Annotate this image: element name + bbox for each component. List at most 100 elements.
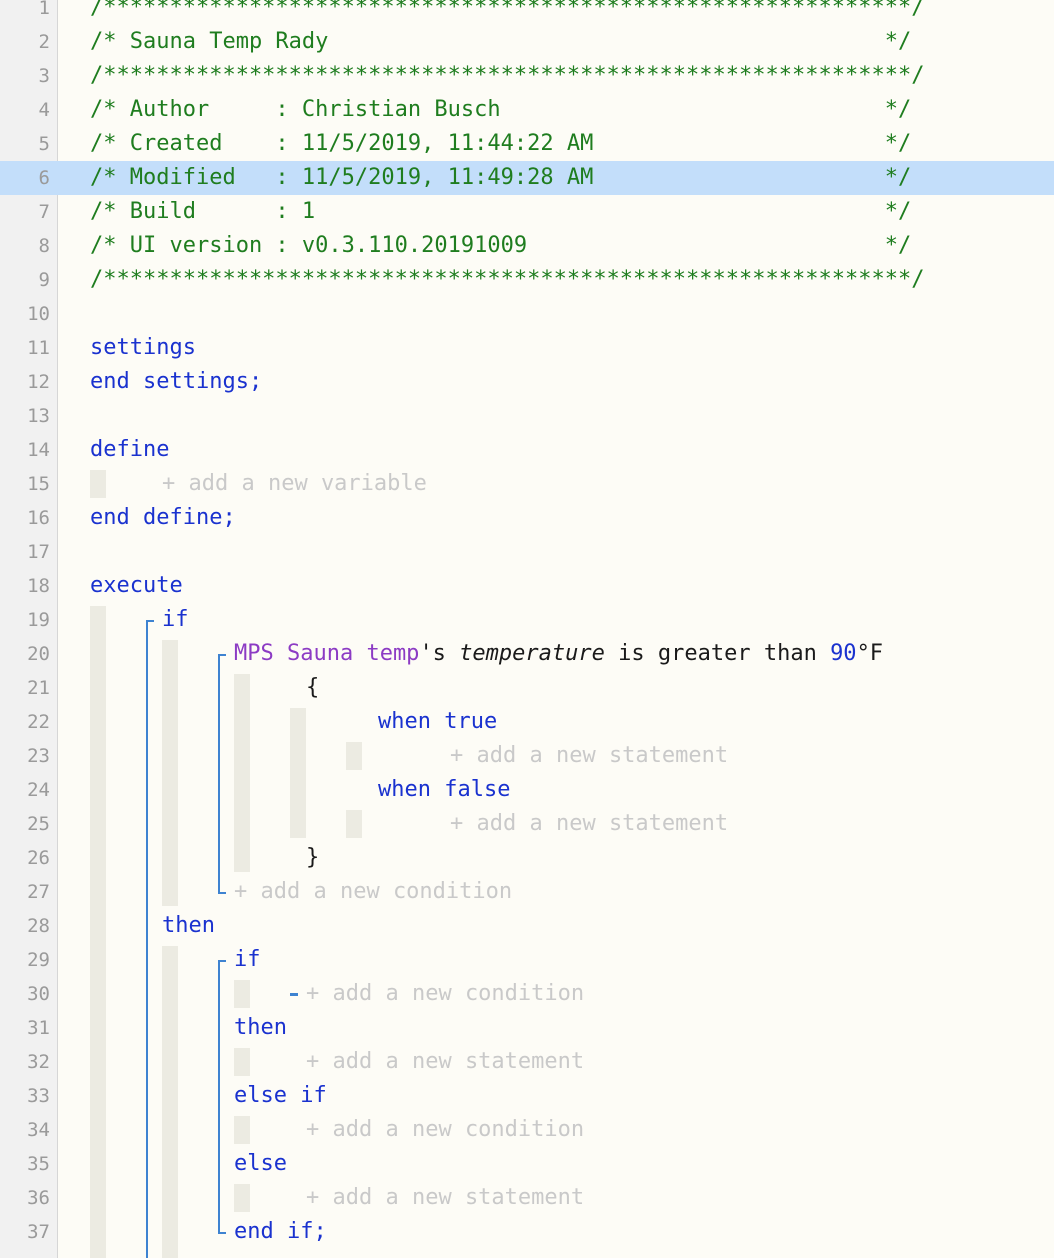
code-line[interactable]: 2 /* Sauna Temp Rady */	[0, 25, 1054, 59]
line-number: 15	[27, 473, 50, 495]
code-token: 90	[830, 641, 857, 666]
line-number: 7	[38, 201, 50, 223]
line-number: 5	[38, 133, 50, 155]
code-line[interactable]: 32 + add a new statement	[0, 1045, 1054, 1079]
code-line[interactable]: 11 settings	[0, 331, 1054, 365]
code-line[interactable]: 25 + add a new statement	[0, 807, 1054, 841]
line-number: 13	[27, 405, 50, 427]
code-line[interactable]: 34 + add a new condition	[0, 1113, 1054, 1147]
code-line[interactable]: 33 else if	[0, 1079, 1054, 1113]
code-line[interactable]: 10	[0, 297, 1054, 331]
line-number: 1	[38, 0, 50, 19]
add-placeholder-link[interactable]: + add a new statement	[306, 1185, 584, 1210]
line-number: 18	[27, 575, 50, 597]
add-placeholder-link[interactable]: + add a new variable	[162, 471, 427, 496]
code-line[interactable]: 20 MPS Sauna temp's temperature is greate…	[0, 637, 1054, 671]
add-placeholder-link[interactable]: + add a new statement	[306, 1049, 584, 1074]
code-text: if	[162, 603, 189, 637]
keyword: end define;	[90, 505, 236, 530]
code-line[interactable]: 18 execute	[0, 569, 1054, 603]
code-line[interactable]: 21 {	[0, 671, 1054, 705]
line-number: 32	[27, 1051, 50, 1073]
code-line[interactable]: 17	[0, 535, 1054, 569]
code-line[interactable]: 30 + add a new condition	[0, 977, 1054, 1011]
line-number: 26	[27, 847, 50, 869]
code-line[interactable]: 28 then	[0, 909, 1054, 943]
indent-block	[290, 708, 306, 838]
code-line[interactable]: 16 end define;	[0, 501, 1054, 535]
code-line[interactable]: 7 /* Build : 1 */	[0, 195, 1054, 229]
code-text: when false	[378, 773, 510, 807]
line-number: 14	[27, 439, 50, 461]
code-text: /* Modified : 11/5/2019, 11:49:28 AM */	[90, 161, 911, 195]
code-token: is greater than	[604, 641, 831, 666]
line-number: 31	[27, 1017, 50, 1039]
code-token: /***************************************…	[90, 0, 925, 20]
code-token: /***************************************…	[90, 267, 925, 292]
code-line[interactable]: 26}	[0, 841, 1054, 875]
line-number: 17	[27, 541, 50, 563]
keyword: execute	[90, 573, 183, 598]
code-text: /***************************************…	[90, 0, 924, 25]
line-number: 20	[27, 643, 50, 665]
code-line[interactable]: 19 if	[0, 603, 1054, 637]
code-text: + add a new statement	[306, 1181, 584, 1215]
code-line[interactable]: 8 /* UI version : v0.3.110.20191009 */	[0, 229, 1054, 263]
code-text: define	[90, 433, 169, 467]
line-number: 3	[38, 65, 50, 87]
keyword: then	[162, 913, 215, 938]
code-line[interactable]: 3 /**************************************…	[0, 59, 1054, 93]
add-placeholder-link[interactable]: + add a new condition	[306, 981, 584, 1006]
code-token: °F	[856, 641, 884, 666]
code-text: }	[306, 841, 319, 875]
add-placeholder-link[interactable]: + add a new statement	[450, 743, 728, 768]
line-number: 10	[27, 303, 50, 325]
code-line[interactable]: 31 then	[0, 1011, 1054, 1045]
code-line[interactable]: 24 when false	[0, 773, 1054, 807]
code-line[interactable]: 14 define	[0, 433, 1054, 467]
keyword: else if	[234, 1083, 327, 1108]
code-line[interactable]: 9 /**************************************…	[0, 263, 1054, 297]
keyword: end if;	[234, 1219, 327, 1244]
add-placeholder-link[interactable]: + add a new condition	[306, 1117, 584, 1142]
code-line[interactable]: 29 if	[0, 943, 1054, 977]
bracket-tick	[146, 620, 154, 622]
indent-block	[234, 980, 250, 1008]
code-token: /* Sauna Temp Rady */	[90, 29, 912, 54]
add-placeholder-link[interactable]: + add a new condition	[234, 879, 512, 904]
line-number: 25	[27, 813, 50, 835]
code-line[interactable]: 4 /* Author : Christian Busch */	[0, 93, 1054, 127]
line-number: 36	[27, 1187, 50, 1209]
indent-block	[234, 1048, 250, 1076]
code-line[interactable]: 13	[0, 399, 1054, 433]
indent-block	[234, 1184, 250, 1212]
code-line[interactable]: 1 /**************************************…	[0, 0, 1054, 25]
code-line[interactable]: 15 + add a new variable	[0, 467, 1054, 501]
indent-block	[346, 742, 362, 770]
code-line[interactable]: 22 when true	[0, 705, 1054, 739]
code-line[interactable]: 27 + add a new condition	[0, 875, 1054, 909]
code-line[interactable]: 23 + add a new statement	[0, 739, 1054, 773]
bracket-line	[218, 654, 220, 892]
code-text: + add a new variable	[162, 467, 427, 501]
code-line[interactable]: 35 else	[0, 1147, 1054, 1181]
line-number: 30	[27, 983, 50, 1005]
code-text: /* Author : Christian Busch */	[90, 93, 911, 127]
code-token: /* Author : Christian Busch */	[90, 97, 912, 122]
line-number: 24	[27, 779, 50, 801]
line-number: 28	[27, 915, 50, 937]
line-number: 16	[27, 507, 50, 529]
code-line[interactable]: 36 + add a new statement	[0, 1181, 1054, 1215]
code-text: + add a new statement	[450, 739, 728, 773]
code-text: /* UI version : v0.3.110.20191009 */	[90, 229, 911, 263]
line-number: 19	[27, 609, 50, 631]
add-placeholder-link[interactable]: + add a new statement	[450, 811, 728, 836]
bracket-tick	[218, 654, 226, 656]
device-name[interactable]: MPS Sauna temp	[234, 641, 419, 666]
code-line[interactable]: 5 /* Created : 11/5/2019, 11:44:22 AM */	[0, 127, 1054, 161]
code-line[interactable]: 12 end settings;	[0, 365, 1054, 399]
line-number: 34	[27, 1119, 50, 1141]
bracket-tick	[218, 1232, 226, 1234]
code-line[interactable]: 6 /* Modified : 11/5/2019, 11:49:28 AM */	[0, 161, 1054, 195]
code-line[interactable]: 37 end if;	[0, 1215, 1054, 1249]
